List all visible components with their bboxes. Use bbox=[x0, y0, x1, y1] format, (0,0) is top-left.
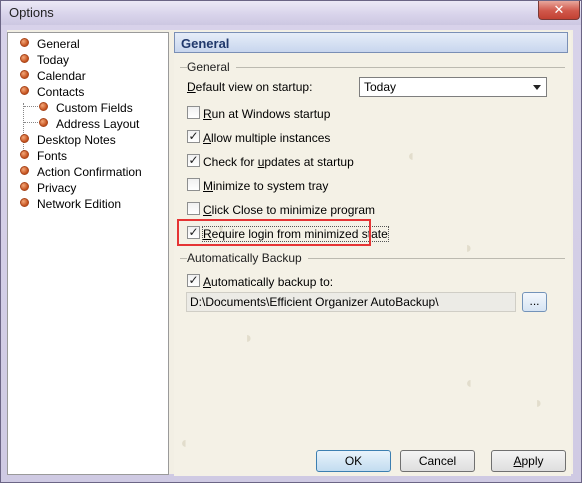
tree-bullet-icon bbox=[20, 38, 29, 48]
tree-item-label: Contacts bbox=[37, 84, 85, 99]
browse-button[interactable]: ... bbox=[522, 292, 547, 312]
run-at-startup-checkbox[interactable]: Run at Windows startup bbox=[187, 105, 330, 121]
tree-item-calendar[interactable]: Calendar bbox=[20, 67, 86, 83]
tree-item-contacts[interactable]: Contacts bbox=[20, 83, 84, 99]
apply-mnemonic: A bbox=[513, 454, 522, 468]
tree-item-network-edition[interactable]: Network Edition bbox=[20, 195, 121, 211]
tree-item-action-confirmation[interactable]: Action Confirmation bbox=[20, 163, 142, 179]
title-bar[interactable]: Options ✕ bbox=[1, 1, 581, 25]
tree-bullet-icon bbox=[20, 54, 29, 64]
checkbox-box[interactable]: ✓ bbox=[187, 274, 200, 288]
tree-connector bbox=[24, 106, 38, 107]
backup-path-field[interactable] bbox=[186, 292, 516, 312]
shell-watermark-icon: ◗ bbox=[244, 330, 254, 347]
tree-item-address-layout[interactable]: Address Layout bbox=[39, 115, 139, 131]
tree-bullet-icon bbox=[39, 102, 48, 112]
tree-item-privacy[interactable]: Privacy bbox=[20, 179, 76, 195]
chevron-down-icon bbox=[533, 85, 541, 90]
checkbox-box[interactable] bbox=[187, 106, 200, 120]
shell-watermark-icon: ◗ bbox=[534, 395, 544, 412]
tree-item-label: General bbox=[37, 36, 80, 51]
window-title: Options bbox=[9, 5, 54, 20]
checkbox-label: Require login from minimized state bbox=[202, 225, 389, 242]
apply-label: pply bbox=[521, 454, 544, 468]
checkbox-label: Allow multiple instances bbox=[203, 130, 331, 145]
apply-button[interactable]: Apply bbox=[491, 450, 566, 472]
tree-item-desktop-notes[interactable]: Desktop Notes bbox=[20, 131, 116, 147]
tree-bullet-icon bbox=[20, 134, 29, 144]
checkbox-label: Automatically backup to: bbox=[203, 274, 334, 289]
tree-item-label: Today bbox=[37, 52, 70, 67]
tree-item-label: Desktop Notes bbox=[37, 132, 116, 147]
checkbox-label: Run at Windows startup bbox=[203, 106, 331, 121]
checkbox-box[interactable]: ✓ bbox=[187, 226, 200, 240]
tree-bullet-icon bbox=[20, 166, 29, 176]
label-text: efault view on startup: bbox=[195, 80, 313, 94]
tree-item-label: Privacy bbox=[37, 180, 77, 195]
tree-bullet-icon bbox=[20, 86, 29, 96]
shell-watermark-icon: ◗ bbox=[464, 240, 474, 257]
group-label-general: General bbox=[187, 60, 236, 74]
options-tree[interactable]: General Today Calendar Contacts Custom F… bbox=[7, 32, 169, 475]
tree-connector bbox=[24, 122, 38, 123]
tree-item-label: Fonts bbox=[37, 148, 68, 163]
panel-header: General bbox=[174, 32, 568, 53]
shell-watermark-icon: ◖ bbox=[464, 375, 474, 392]
checkbox-box[interactable]: ✓ bbox=[187, 130, 200, 144]
checkbox-label: Click Close to minimize program bbox=[203, 202, 376, 217]
minimize-to-tray-checkbox[interactable]: Minimize to system tray bbox=[187, 177, 328, 193]
close-to-minimize-checkbox[interactable]: Click Close to minimize program bbox=[187, 201, 375, 217]
tree-bullet-icon bbox=[20, 198, 29, 208]
require-login-checkbox[interactable]: ✓ Require login from minimized state bbox=[187, 225, 389, 242]
checkbox-box[interactable] bbox=[187, 178, 200, 192]
ok-button[interactable]: OK bbox=[316, 450, 391, 472]
checkbox-box[interactable]: ✓ bbox=[187, 154, 200, 168]
default-view-value: Today bbox=[364, 80, 397, 94]
tree-item-label: Address Layout bbox=[56, 116, 140, 131]
default-view-label: Default view on startup: bbox=[187, 80, 312, 94]
cancel-button[interactable]: Cancel bbox=[400, 450, 475, 472]
close-button[interactable]: ✕ bbox=[538, 1, 580, 20]
tree-bullet-icon bbox=[20, 150, 29, 160]
label-mnemonic: D bbox=[187, 80, 196, 94]
tree-bullet-icon bbox=[39, 118, 48, 128]
shell-watermark-icon: ◖ bbox=[406, 148, 416, 165]
default-view-select[interactable]: Today bbox=[359, 77, 547, 97]
checkbox-label: Check for updates at startup bbox=[203, 154, 354, 169]
tree-item-today[interactable]: Today bbox=[20, 51, 69, 67]
tree-item-custom-fields[interactable]: Custom Fields bbox=[39, 99, 133, 115]
allow-multiple-instances-checkbox[interactable]: ✓ Allow multiple instances bbox=[187, 129, 330, 145]
checkbox-label: Minimize to system tray bbox=[203, 178, 329, 193]
group-divider bbox=[180, 67, 565, 68]
tree-item-fonts[interactable]: Fonts bbox=[20, 147, 67, 163]
tree-item-label: Calendar bbox=[37, 68, 86, 83]
tree-item-general[interactable]: General bbox=[20, 35, 80, 51]
tree-item-label: Network Edition bbox=[37, 196, 122, 211]
tree-bullet-icon bbox=[20, 182, 29, 192]
checkbox-box[interactable] bbox=[187, 202, 200, 216]
auto-backup-checkbox[interactable]: ✓ Automatically backup to: bbox=[187, 273, 333, 289]
shell-watermark-icon: ◖ bbox=[179, 435, 189, 452]
tree-item-label: Custom Fields bbox=[56, 100, 133, 115]
group-label-backup: Automatically Backup bbox=[187, 251, 308, 265]
tree-bullet-icon bbox=[20, 70, 29, 80]
tree-item-label: Action Confirmation bbox=[37, 164, 142, 179]
check-updates-checkbox[interactable]: ✓ Check for updates at startup bbox=[187, 153, 354, 169]
